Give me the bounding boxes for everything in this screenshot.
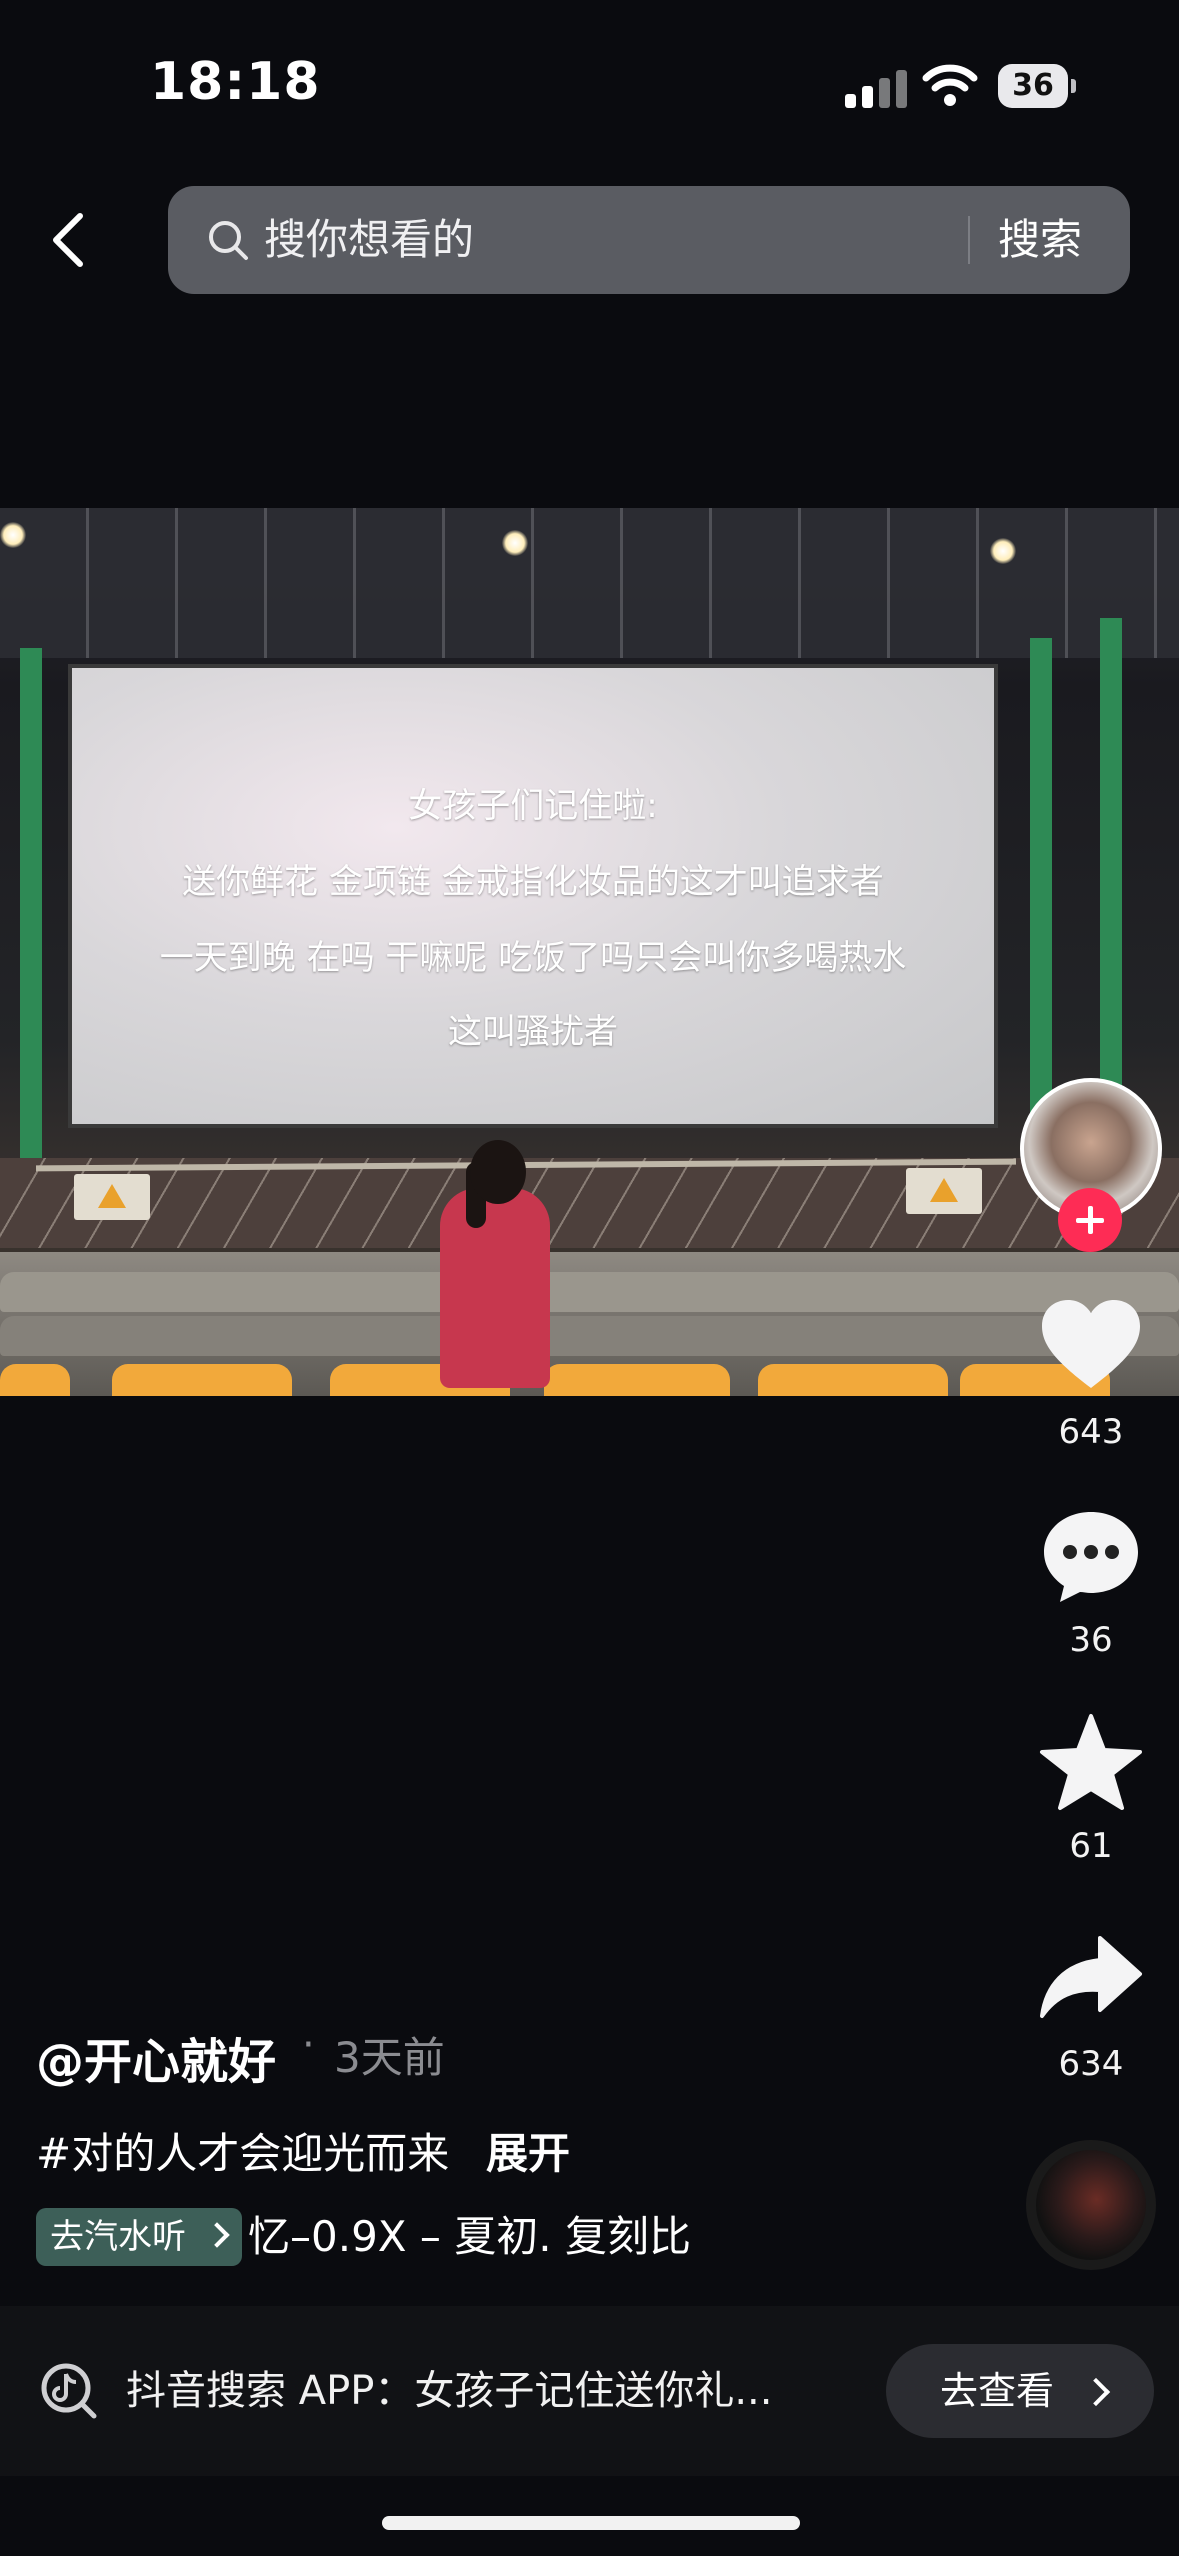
star-icon[interactable] bbox=[1036, 1712, 1146, 1812]
screen-text-line: 女孩子们记住啦: bbox=[408, 786, 658, 826]
comment-count: 36 bbox=[1069, 1620, 1113, 1660]
search-divider bbox=[968, 216, 970, 264]
search-button[interactable]: 搜索 bbox=[998, 186, 1082, 294]
share-count: 634 bbox=[1058, 2044, 1124, 2084]
ceiling-light bbox=[990, 538, 1016, 564]
music-disc-icon[interactable] bbox=[1026, 2140, 1156, 2270]
wall-stripe bbox=[1030, 638, 1052, 1158]
expand-button[interactable]: 展开 bbox=[486, 2120, 570, 2181]
person-head bbox=[470, 1140, 526, 1204]
screen-text-line: 一天到晚 在吗 干嘛呢 吃饭了吗只会叫你多喝热水 bbox=[159, 938, 907, 978]
seat bbox=[112, 1364, 292, 1396]
cinema-stage bbox=[0, 1158, 1179, 1248]
back-arrow-icon[interactable] bbox=[48, 212, 88, 268]
like-count: 643 bbox=[1058, 1412, 1124, 1452]
chevron-right-icon bbox=[204, 2222, 230, 2248]
cinema-screen: 女孩子们记住啦: 送你鲜花 金项链 金戒指化妆品的这才叫追求者 一天到晚 在吗 … bbox=[72, 668, 994, 1124]
video-player[interactable]: 女孩子们记住啦: 送你鲜花 金项链 金戒指化妆品的这才叫追求者 一天到晚 在吗 … bbox=[0, 508, 1179, 1396]
search-suggestion-text[interactable]: 抖音搜索 APP：女孩子记住送你礼... bbox=[126, 2360, 772, 2422]
warning-sign-icon bbox=[74, 1174, 150, 1220]
seat bbox=[758, 1364, 948, 1396]
heart-icon[interactable] bbox=[1036, 1296, 1146, 1396]
person-figure bbox=[440, 1188, 550, 1388]
search-icon bbox=[209, 221, 248, 260]
music-chip-button[interactable]: 去汽水听 bbox=[36, 2208, 242, 2266]
view-button[interactable]: 去查看 bbox=[886, 2344, 1154, 2438]
separator-dot: · bbox=[302, 2022, 315, 2068]
ceiling-light bbox=[0, 522, 26, 548]
view-button-label: 去查看 bbox=[940, 2369, 1055, 2413]
music-title[interactable]: 忆–0.9X – 夏初. 复刻比 bbox=[248, 2208, 728, 2266]
status-time: 18:18 bbox=[150, 52, 321, 112]
warning-sign-icon bbox=[906, 1168, 982, 1214]
seat bbox=[544, 1364, 730, 1396]
ceiling-light bbox=[502, 530, 528, 556]
share-arrow-icon[interactable] bbox=[1036, 1930, 1146, 2030]
battery-indicator: 36 bbox=[998, 64, 1076, 108]
battery-level: 36 bbox=[1012, 68, 1054, 103]
favorite-count: 61 bbox=[1069, 1826, 1113, 1866]
cinema-ceiling bbox=[0, 508, 1179, 658]
screen-text-line: 这叫骚扰者 bbox=[448, 1012, 618, 1052]
author-name[interactable]: @开心就好 bbox=[36, 2022, 276, 2092]
search-music-icon bbox=[41, 2363, 97, 2419]
music-chip-label: 去汽水听 bbox=[50, 2217, 186, 2257]
wifi-icon bbox=[922, 64, 978, 106]
seat bbox=[0, 1364, 70, 1396]
search-bar[interactable]: 搜你想看的 搜索 bbox=[168, 186, 1130, 294]
follow-plus-button[interactable] bbox=[1058, 1188, 1122, 1252]
screen-text-line: 送你鲜花 金项链 金戒指化妆品的这才叫追求者 bbox=[182, 862, 884, 902]
hashtag-link[interactable]: #对的人才会迎光而来 bbox=[36, 2120, 449, 2181]
chevron-right-icon bbox=[1081, 2377, 1111, 2407]
post-time: 3天前 bbox=[334, 2033, 445, 2082]
cellular-signal-icon bbox=[845, 68, 909, 108]
search-input[interactable]: 搜你想看的 bbox=[264, 186, 474, 294]
home-indicator[interactable] bbox=[382, 2516, 800, 2530]
comment-icon[interactable] bbox=[1036, 1506, 1146, 1606]
